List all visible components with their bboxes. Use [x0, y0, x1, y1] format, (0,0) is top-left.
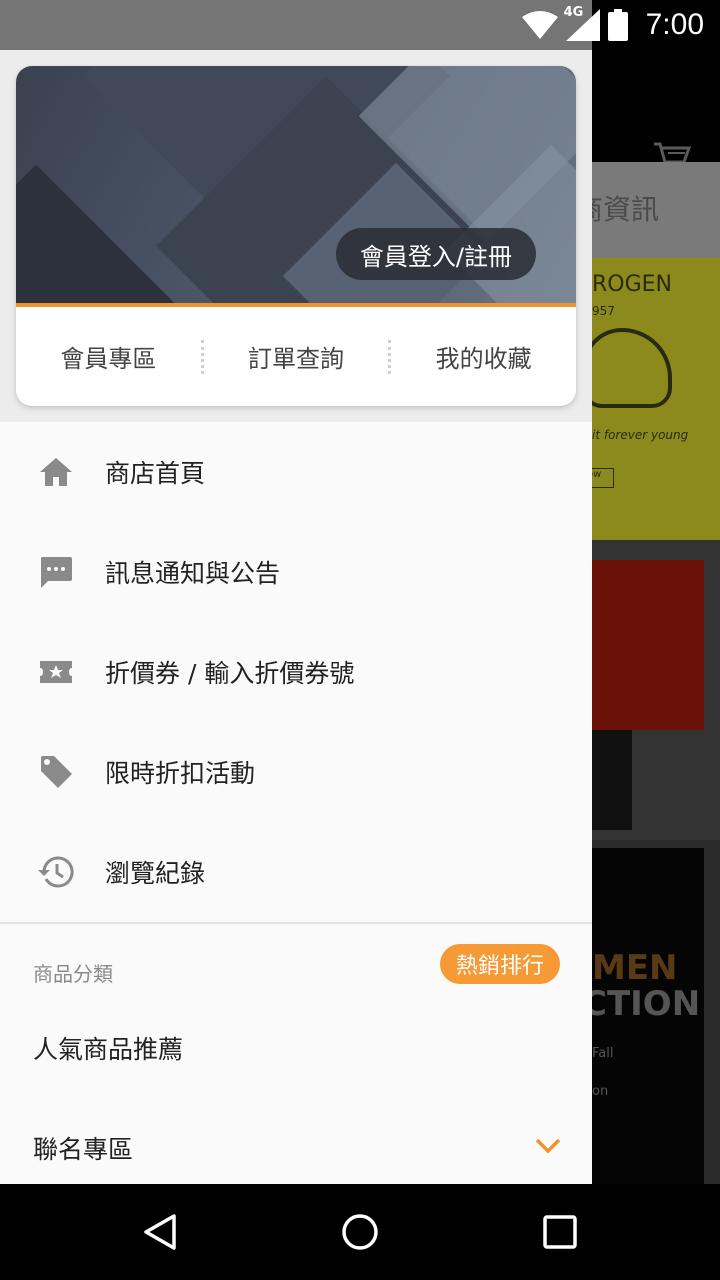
menu-item-label: 商店首頁 — [105, 459, 206, 488]
hot-ranking-button[interactable]: 熱銷排行 — [439, 944, 560, 984]
banner3-line2: CTION — [592, 984, 701, 1024]
background-figure — [592, 730, 632, 830]
status-icons: 4G 7:00 — [521, 0, 704, 50]
banner-pattern — [16, 164, 178, 303]
system-nav-bar — [0, 1184, 720, 1280]
recents-icon[interactable] — [540, 1212, 580, 1252]
member-card: 會員登入/註冊 會員專區 訂單查詢 我的收藏 — [16, 66, 576, 406]
category-header: 商品分類 熱銷排行 — [0, 924, 592, 998]
banner3-line4: on — [592, 1084, 609, 1099]
network-label: 4G — [563, 5, 584, 20]
back-icon[interactable] — [140, 1212, 180, 1252]
wifi-icon — [521, 11, 558, 39]
member-area-link[interactable]: 會員專區 — [16, 339, 201, 374]
drawer-header: 會員登入/註冊 會員專區 訂單查詢 我的收藏 — [0, 50, 592, 422]
cellular-icon: 4G — [564, 5, 600, 41]
banner-brand: ROGEN — [592, 272, 673, 297]
menu-item-flash-sale[interactable]: 限時折扣活動 — [0, 722, 592, 822]
category-title: 商品分類 — [33, 962, 113, 986]
menu-item-label: 折價券 / 輸入折價券號 — [105, 659, 355, 688]
menu-item-history[interactable]: 瀏覽紀錄 — [0, 822, 592, 922]
order-lookup-link[interactable]: 訂單查詢 — [204, 339, 389, 374]
member-login-button[interactable]: 會員登入/註冊 — [335, 228, 536, 280]
banner3-line3: Fall — [592, 1046, 614, 1061]
drawer-menu: 商店首頁 訊息通知與公告 折價券 / 輸入折價券號 限時折扣活動 瀏覽紀錄 — [0, 422, 592, 922]
message-icon — [38, 554, 74, 590]
coupon-icon — [38, 654, 74, 690]
home-icon — [38, 454, 74, 490]
banner-script: it forever young — [592, 428, 689, 442]
background-red-panel — [592, 560, 704, 730]
menu-item-label: 限時折扣活動 — [105, 759, 256, 788]
background-banner-3: MEN CTION Fall on — [592, 848, 704, 1184]
menu-item-store-home[interactable]: 商店首頁 — [0, 422, 592, 522]
menu-item-label: 訊息通知與公告 — [105, 559, 281, 588]
menu-item-messages[interactable]: 訊息通知與公告 — [0, 522, 592, 622]
car-illustration — [592, 328, 672, 408]
category-item-label: 聯名專區 — [33, 1135, 134, 1164]
home-circle-icon[interactable] — [340, 1212, 380, 1252]
category-item-collab[interactable]: 聯名專區 — [0, 1098, 592, 1184]
category-item-label: 人氣商品推薦 — [33, 1035, 184, 1064]
chevron-down-icon[interactable] — [534, 1136, 562, 1156]
background-banner-1: ROGEN 957 it forever young ow — [592, 258, 720, 540]
banner-sub: 957 — [592, 304, 615, 318]
history-icon — [38, 854, 74, 890]
favorites-link[interactable]: 我的收藏 — [391, 339, 576, 374]
status-bar-scrim — [0, 0, 592, 50]
category-item-popular[interactable]: 人氣商品推薦 — [0, 998, 592, 1098]
banner3-line1: MEN — [592, 948, 678, 988]
clock: 7:00 — [645, 8, 704, 41]
banner-button: ow — [592, 468, 614, 488]
navigation-drawer: 會員登入/註冊 會員專區 訂單查詢 我的收藏 商店首頁 訊息通知與公告 折價券 … — [0, 50, 592, 1184]
menu-item-label: 瀏覽紀錄 — [105, 859, 206, 888]
member-links: 會員專區 訂單查詢 我的收藏 — [16, 307, 576, 406]
status-bar: 4G 7:00 — [0, 0, 720, 50]
tag-icon — [38, 754, 74, 790]
menu-item-coupons[interactable]: 折價券 / 輸入折價券號 — [0, 622, 592, 722]
battery-icon — [607, 9, 628, 41]
member-banner: 會員登入/註冊 — [16, 66, 576, 303]
